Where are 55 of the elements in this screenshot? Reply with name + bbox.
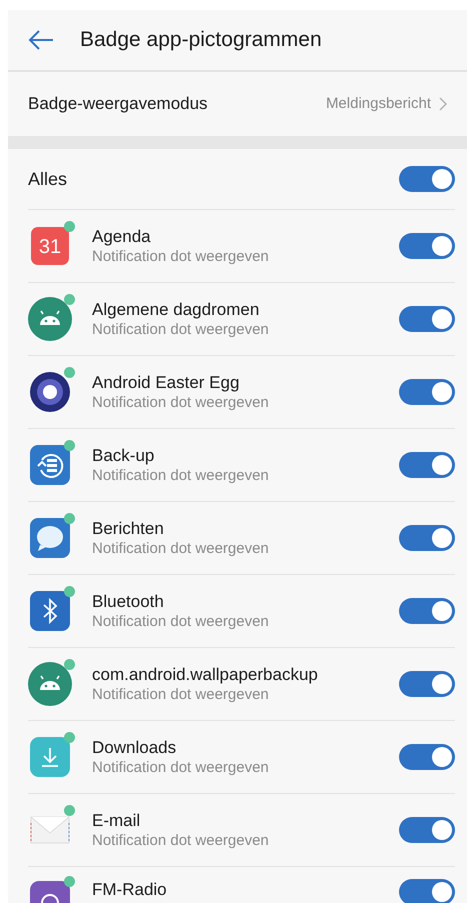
toggle-switch[interactable] xyxy=(399,379,455,405)
bluetooth-icon xyxy=(30,591,70,631)
android-robot-icon xyxy=(28,297,72,341)
app-name: com.android.wallpaperbackup xyxy=(92,664,319,685)
app-subtitle: Notification dot weergeven xyxy=(92,246,270,266)
app-name: E-mail xyxy=(92,810,142,831)
app-name: Algemene dagdromen xyxy=(92,298,260,320)
app-subtitle: Notification dot weergeven xyxy=(92,392,270,412)
speech-bubble-icon xyxy=(30,518,70,558)
app-subtitle: Notification dot weergeven xyxy=(92,830,270,850)
toggle-switch[interactable] xyxy=(399,671,455,697)
app-subtitle: Notification dot weergeven xyxy=(92,466,270,486)
ring-icon xyxy=(29,371,71,413)
back-icon[interactable] xyxy=(28,30,54,50)
setting-value: Meldingsbericht xyxy=(326,94,431,114)
notification-dot xyxy=(64,221,75,232)
app-subtitle: Notification dot weergeven xyxy=(92,320,270,340)
android-robot-icon xyxy=(28,662,72,706)
app-subtitle: Notification dot weergeven xyxy=(92,758,270,778)
toggle-switch[interactable] xyxy=(399,166,455,192)
toggle-switch[interactable] xyxy=(399,598,455,624)
calendar-icon: 31 xyxy=(31,227,69,265)
backup-icon xyxy=(30,445,70,485)
app-name: Berichten xyxy=(92,518,165,539)
setting-label: Alles xyxy=(28,168,68,190)
toggle-switch[interactable] xyxy=(399,744,455,770)
toggle-switch[interactable] xyxy=(399,306,455,332)
display-mode-row[interactable]: Badge-weergavemodus Meldingsbericht xyxy=(8,72,467,136)
notification-dot xyxy=(64,294,75,305)
app-name: Downloads xyxy=(92,736,178,758)
notification-dot xyxy=(64,876,75,887)
app-name: Agenda xyxy=(92,226,152,247)
app-name: Bluetooth xyxy=(92,590,165,612)
app-name: Android Easter Egg xyxy=(92,372,240,393)
app-subtitle: Notification dot weergeven xyxy=(92,538,270,558)
notification-dot xyxy=(64,440,75,451)
toggle-switch[interactable] xyxy=(399,817,455,843)
app-name: FM-Radio xyxy=(92,879,168,900)
notification-dot xyxy=(64,513,75,524)
envelope-icon xyxy=(30,815,70,845)
toggle-switch[interactable] xyxy=(399,233,455,259)
toggle-switch[interactable] xyxy=(399,525,455,551)
toggle-switch[interactable] xyxy=(399,879,455,903)
app-subtitle: Notification dot weergeven xyxy=(92,612,270,632)
app-subtitle: Notification dot weergeven xyxy=(92,684,270,704)
notification-dot xyxy=(64,732,75,743)
app-name: Back-up xyxy=(92,444,156,466)
chevron-right-icon xyxy=(439,97,447,111)
notification-dot xyxy=(64,659,75,670)
notification-dot xyxy=(64,805,75,816)
download-icon xyxy=(30,737,70,777)
toggle-switch[interactable] xyxy=(399,452,455,478)
notification-dot xyxy=(64,367,75,378)
page-title: Badge app-pictogrammen xyxy=(80,27,322,54)
notification-dot xyxy=(64,586,75,597)
